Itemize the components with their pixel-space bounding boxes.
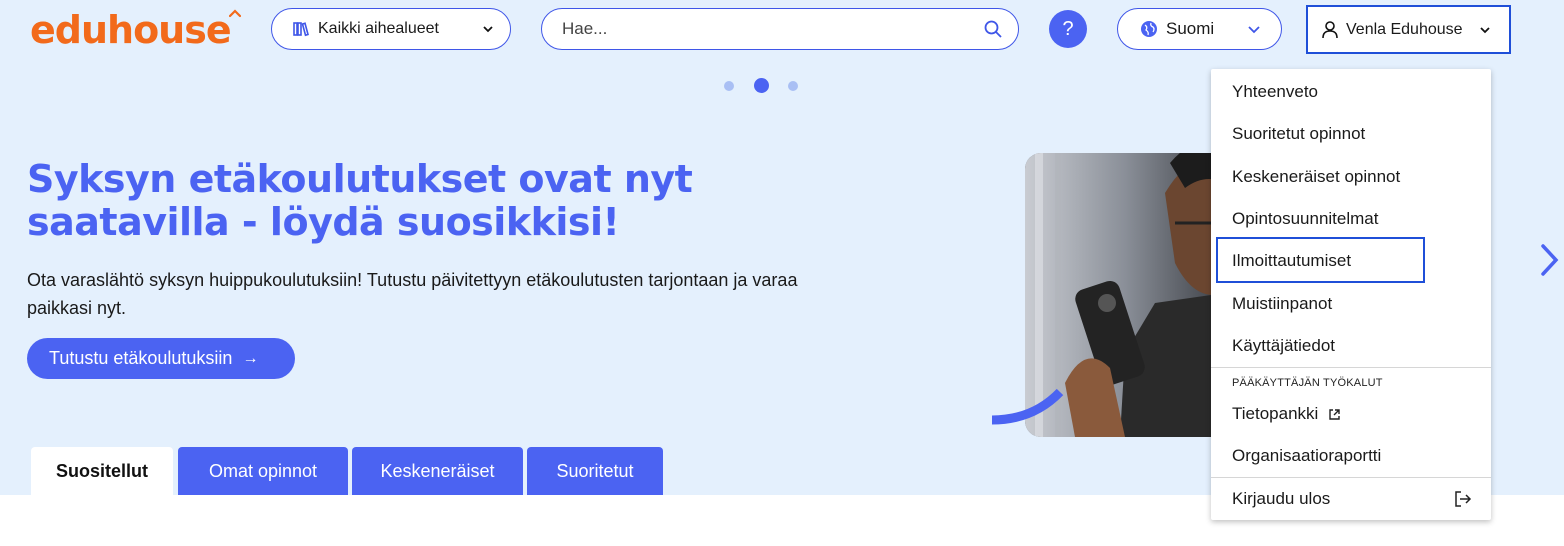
carousel-dot-3[interactable] (788, 81, 798, 91)
tab-omat-opinnot[interactable]: Omat opinnot (178, 447, 348, 495)
menu-item-keskeneraiset-opinnot[interactable]: Keskeneräiset opinnot (1232, 167, 1400, 187)
eduhouse-logo[interactable]: eduhouse (30, 8, 232, 52)
help-button[interactable]: ? (1049, 10, 1087, 48)
menu-item-ilmoittautumiset[interactable]: Ilmoittautumiset (1232, 251, 1351, 271)
globe-icon (1141, 21, 1157, 37)
menu-item-opintosuunnitelmat[interactable]: Opintosuunnitelmat (1232, 209, 1378, 229)
search-input[interactable] (562, 19, 984, 39)
menu-item-suoritetut-opinnot[interactable]: Suoritetut opinnot (1232, 124, 1365, 144)
tab-suositellut[interactable]: Suositellut (31, 447, 173, 495)
menu-item-label: Tietopankki (1232, 404, 1319, 423)
menu-divider (1211, 477, 1491, 478)
logout-label: Kirjaudu ulos (1232, 489, 1331, 508)
user-dropdown-menu: Yhteenveto Suoritetut opinnot Keskeneräi… (1211, 69, 1491, 520)
chevron-down-icon (1480, 26, 1490, 33)
books-icon (293, 22, 309, 37)
logo-text: eduhouse (30, 8, 232, 52)
chevron-down-icon (1248, 25, 1260, 33)
search-bar (541, 8, 1019, 50)
external-link-icon (1329, 408, 1341, 420)
menu-divider (1211, 367, 1491, 368)
menu-item-yhteenveto[interactable]: Yhteenveto (1232, 82, 1318, 102)
user-menu-button[interactable]: Venla Eduhouse (1306, 5, 1511, 54)
menu-item-organisaatioraportti[interactable]: Organisaatioraportti (1232, 446, 1381, 466)
logo-cap-icon (229, 9, 241, 18)
carousel-next-icon[interactable] (1537, 242, 1561, 278)
user-icon (1322, 20, 1338, 38)
cta-label: Tutustu etäkoulutuksiin (49, 348, 233, 368)
language-selector[interactable]: Suomi (1117, 8, 1282, 50)
arrow-right-icon: → (242, 349, 259, 367)
cta-button[interactable]: Tutustu etäkoulutuksiin → (27, 338, 295, 379)
hero-description: Ota varaslähtö syksyn huippukoulutuksiin… (27, 270, 798, 318)
menu-item-logout[interactable]: Kirjaudu ulos (1232, 489, 1472, 509)
menu-item-muistiinpanot[interactable]: Muistiinpanot (1232, 294, 1332, 314)
search-icon[interactable] (984, 20, 1002, 38)
question-icon: ? (1062, 17, 1074, 40)
decorative-swoosh (991, 388, 1064, 425)
carousel-dot-2[interactable] (754, 78, 769, 93)
language-label: Suomi (1166, 19, 1215, 38)
tab-keskeneraiset[interactable]: Keskeneräiset (352, 447, 523, 495)
category-label: Kaikki aihealueet (318, 20, 439, 37)
admin-tools-heading: PÄÄKÄYTTÄJÄN TYÖKALUT (1232, 377, 1383, 389)
logout-icon (1455, 491, 1472, 507)
carousel-dot-1[interactable] (724, 81, 734, 91)
tab-suoritetut[interactable]: Suoritetut (527, 447, 663, 495)
hero-title: Syksyn etäkoulutukset ovat nyt saatavill… (27, 157, 693, 244)
category-dropdown[interactable]: Kaikki aihealueet (271, 8, 511, 50)
chevron-down-icon (483, 26, 493, 33)
menu-item-tietopankki[interactable]: Tietopankki (1232, 404, 1341, 424)
menu-item-kayttajatiedot[interactable]: Käyttäjätiedot (1232, 336, 1335, 356)
user-name: Venla Eduhouse (1346, 20, 1463, 38)
